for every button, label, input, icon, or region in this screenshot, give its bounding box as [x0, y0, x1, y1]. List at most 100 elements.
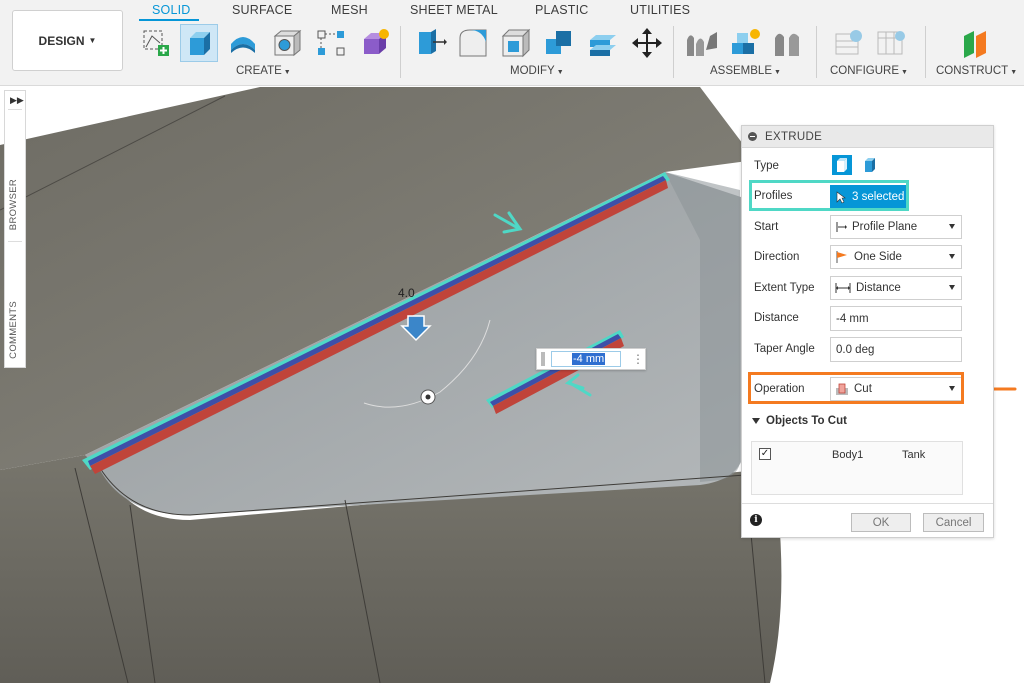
direction-label: Direction	[754, 251, 800, 263]
as-built-joint-icon[interactable]	[769, 24, 807, 62]
cancel-button[interactable]: Cancel	[923, 513, 984, 532]
chevron-down-icon: ▼	[283, 69, 291, 76]
objects-to-cut-header: Objects To Cut	[766, 415, 847, 427]
extrude-type-solid-icon[interactable]	[832, 155, 852, 175]
extrude-dialog-header[interactable]: EXTRUDE	[742, 126, 993, 148]
chevron-down-icon	[949, 285, 955, 290]
profile-plane-icon	[836, 222, 847, 232]
chevron-down-icon: ▼	[556, 69, 564, 76]
extent-type-dropdown[interactable]: Distance	[830, 276, 962, 300]
comments-tab[interactable]: COMMENTS	[8, 301, 19, 359]
distance-inline-field[interactable]: -4 mm	[551, 351, 621, 367]
distance-label: Distance	[754, 312, 799, 324]
workspace-switcher-button[interactable]: DESIGN ▼	[12, 10, 123, 71]
assemble-menu[interactable]: ASSEMBLE ▼	[710, 65, 781, 77]
tab-plastic[interactable]: PLASTIC	[535, 3, 589, 17]
object-checkbox[interactable]: ✓	[759, 448, 771, 460]
toolbar: DESIGN ▼ SOLID SURFACE MESH SHEET METAL …	[0, 0, 1024, 86]
divider	[8, 241, 22, 242]
objects-to-cut-list: ✓ Body1 Tank	[751, 441, 963, 495]
configure-menu[interactable]: CONFIGURE ▼	[830, 65, 908, 77]
chevron-down-icon	[949, 254, 955, 259]
chevron-down-icon	[752, 418, 760, 424]
ok-button[interactable]: OK	[851, 513, 911, 532]
configure-menu-label: CONFIGURE	[830, 65, 899, 77]
distance-inline-input[interactable]: -4 mm ⋮	[536, 348, 646, 370]
toolbar-divider	[925, 26, 926, 78]
tab-utilities[interactable]: UTILITIES	[630, 3, 690, 17]
distance-icon	[835, 283, 851, 293]
more-options-icon[interactable]: ⋮	[632, 351, 644, 367]
operation-highlight-box	[748, 372, 964, 404]
create-form-icon[interactable]	[356, 24, 394, 62]
create-sketch-icon[interactable]	[137, 24, 175, 62]
move-copy-icon[interactable]	[628, 24, 666, 62]
extrude-type-thin-icon[interactable]	[860, 155, 880, 175]
pattern-icon[interactable]	[312, 24, 350, 62]
offset-face-icon[interactable]	[584, 24, 622, 62]
taper-angle-label: Taper Angle	[754, 343, 815, 355]
press-pull-icon[interactable]	[411, 24, 449, 62]
construct-menu-label: CONSTRUCT	[936, 65, 1009, 77]
divider	[8, 109, 22, 110]
objects-to-cut-section[interactable]: Objects To Cut	[752, 415, 847, 427]
tab-sheet-metal[interactable]: SHEET METAL	[410, 3, 498, 17]
dimension-label: 4.0	[398, 286, 415, 300]
combine-icon[interactable]	[540, 24, 578, 62]
drag-grip-icon[interactable]	[541, 352, 545, 366]
app-window: DESIGN ▼ SOLID SURFACE MESH SHEET METAL …	[0, 0, 1024, 683]
type-label: Type	[754, 160, 779, 172]
direction-dropdown[interactable]: One Side	[830, 245, 962, 269]
shell-icon[interactable]	[497, 24, 535, 62]
modify-menu[interactable]: MODIFY ▼	[510, 65, 564, 77]
toolbar-divider	[816, 26, 817, 78]
chevron-down-icon: ▼	[88, 36, 97, 45]
direction-value: One Side	[854, 251, 902, 263]
distance-input[interactable]: -4 mm	[830, 306, 962, 331]
joint-icon[interactable]	[683, 24, 721, 62]
hole-icon[interactable]	[268, 24, 306, 62]
start-value: Profile Plane	[852, 221, 918, 233]
distance-inline-value: -4 mm	[572, 353, 606, 365]
create-menu[interactable]: CREATE ▼	[236, 65, 291, 77]
object-body-name: Body1	[832, 449, 864, 461]
active-tab-indicator	[139, 19, 199, 21]
toolbar-divider	[673, 26, 674, 78]
start-dropdown[interactable]: Profile Plane	[830, 215, 962, 239]
toolbar-divider	[400, 26, 401, 78]
chevron-down-icon: ▼	[901, 69, 908, 76]
taper-angle-input[interactable]: 0.0 deg	[830, 337, 962, 362]
info-icon[interactable]: i	[750, 514, 762, 526]
double-chevron-right-icon[interactable]: ▶▶	[10, 95, 24, 106]
assemble-menu-label: ASSEMBLE	[710, 65, 772, 77]
object-component-name: Tank	[902, 449, 926, 461]
browser-tab[interactable]: BROWSER	[8, 179, 19, 230]
offset-plane-icon[interactable]	[957, 24, 995, 62]
modify-menu-label: MODIFY	[510, 65, 555, 77]
configure-table-icon[interactable]	[830, 24, 868, 62]
dialog-title: EXTRUDE	[765, 130, 823, 143]
profiles-highlight-box	[749, 180, 909, 211]
revolve-icon[interactable]	[224, 24, 262, 62]
taper-handle	[425, 394, 431, 400]
configure-rules-icon[interactable]	[872, 24, 910, 62]
chevron-down-icon: ▼	[1010, 69, 1018, 76]
tab-surface[interactable]: SURFACE	[232, 3, 292, 17]
create-menu-label: CREATE	[236, 65, 282, 77]
side-rail: ▶▶ BROWSER COMMENTS	[4, 90, 26, 368]
tab-mesh[interactable]: MESH	[331, 3, 368, 17]
fillet-icon[interactable]	[454, 24, 492, 62]
tab-solid[interactable]: SOLID	[152, 3, 191, 17]
collapse-icon[interactable]	[748, 132, 757, 141]
workspace-label: DESIGN	[38, 33, 85, 48]
extrude-icon[interactable]	[180, 24, 218, 62]
construct-menu[interactable]: CONSTRUCT ▼	[936, 65, 1017, 77]
chevron-down-icon	[949, 224, 955, 229]
extent-type-label: Extent Type	[754, 282, 815, 294]
start-label: Start	[754, 221, 779, 233]
new-component-icon[interactable]	[726, 24, 764, 62]
one-side-icon	[836, 251, 847, 263]
extent-type-value: Distance	[856, 282, 901, 294]
dialog-footer: i OK Cancel	[742, 503, 993, 537]
chevron-down-icon: ▼	[774, 69, 781, 76]
